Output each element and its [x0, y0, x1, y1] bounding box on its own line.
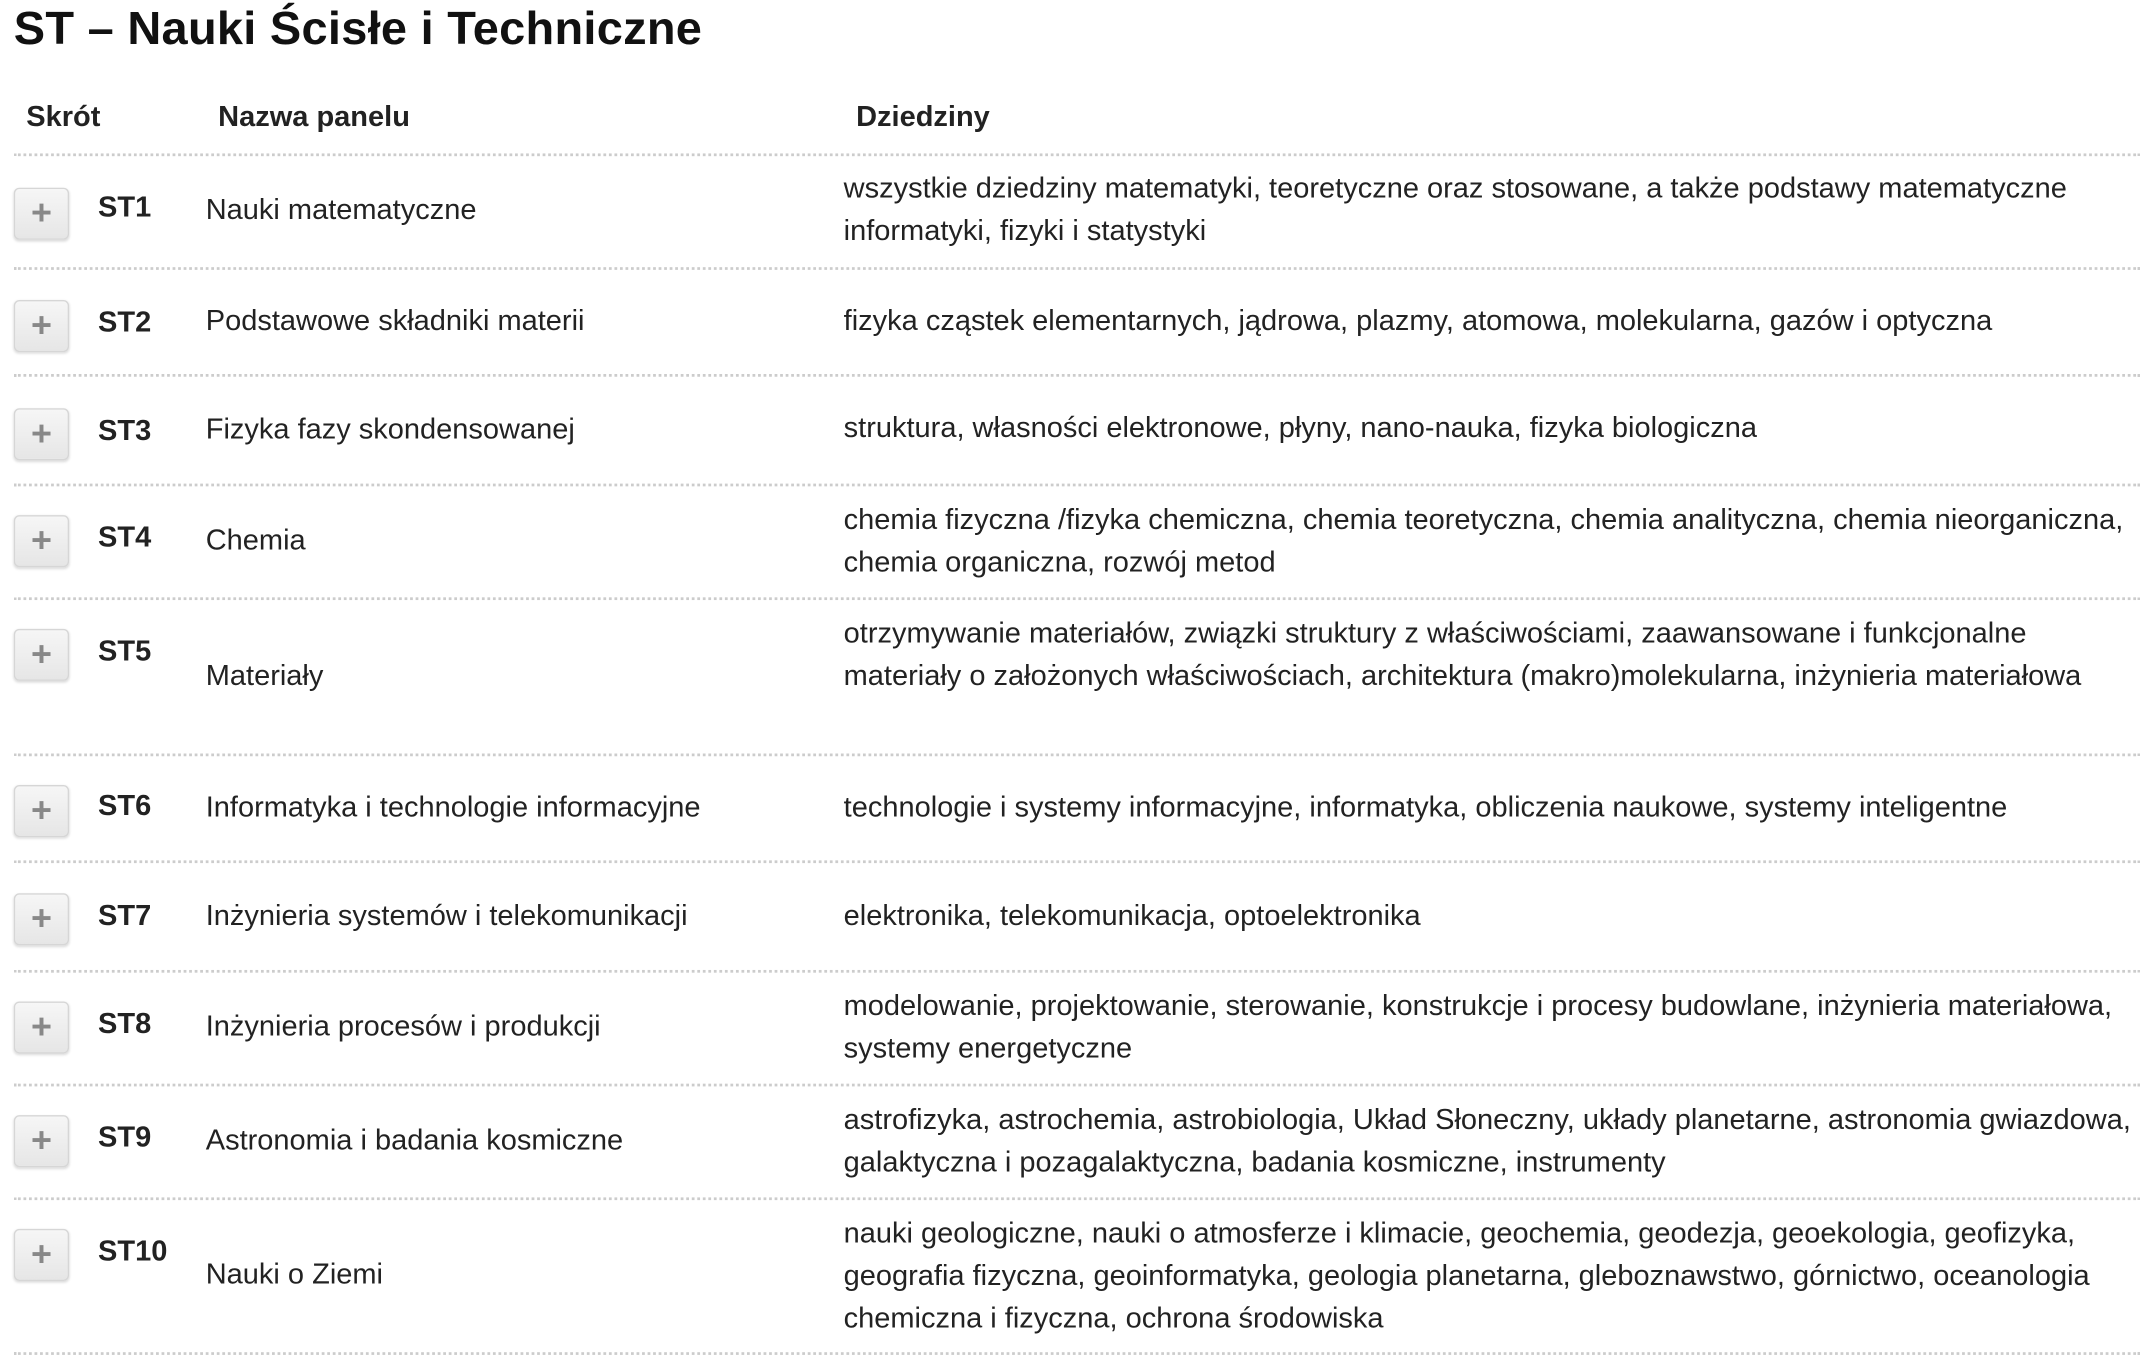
table-row: + ST3 Fizyka fazy skondensowanej struktu… — [13, 375, 2141, 487]
panel-code: ST6 — [98, 790, 152, 822]
panel-fields: modelowanie, projektowanie, sterowanie, … — [843, 990, 2113, 1065]
content: ST – Nauki Ścisłe i Techniczne Skrót Naz… — [0, 0, 2154, 1370]
column-header-name: Nazwa panelu — [218, 101, 410, 133]
expand-button[interactable]: + — [13, 1115, 70, 1168]
panel-name: Inżynieria systemów i telekomunikacji — [205, 900, 688, 932]
panel-code: ST3 — [98, 415, 152, 447]
table-row: + ST10 Nauki o Ziemi nauki geologiczne, … — [13, 1199, 2141, 1355]
panel-code: ST8 — [98, 1008, 152, 1040]
plus-icon: + — [30, 1005, 52, 1047]
panel-name: Nauki o Ziemi — [205, 1259, 383, 1291]
table-row: + ST5 Materiały otrzymywanie materiałów,… — [13, 599, 2141, 757]
expand-button[interactable]: + — [13, 1228, 70, 1281]
plus-icon: + — [30, 304, 52, 346]
plus-icon: + — [30, 897, 52, 939]
expand-button[interactable]: + — [13, 515, 70, 568]
plus-icon: + — [30, 519, 52, 561]
page: ST – Nauki Ścisłe i Techniczne Skrót Naz… — [0, 0, 2154, 1370]
panel-fields: astrofizyka, astrochemia, astrobiologia,… — [843, 1104, 2131, 1179]
expand-button[interactable]: + — [13, 1001, 70, 1054]
panel-fields: elektronika, telekomunikacja, optoelektr… — [843, 900, 1421, 932]
panel-fields: fizyka cząstek elementarnych, jądrowa, p… — [843, 305, 1993, 338]
column-header-fields: Dziedziny — [856, 101, 990, 133]
panel-name: Materiały — [205, 660, 324, 692]
panel-code: ST7 — [98, 900, 152, 932]
panel-fields: struktura, własności elektronowe, płyny,… — [843, 412, 1757, 444]
expand-button[interactable]: + — [13, 785, 70, 838]
panel-code: ST2 — [98, 306, 152, 339]
panel-fields: wszystkie dziedziny matematyki, teoretyc… — [843, 172, 2067, 247]
panel-code: ST9 — [98, 1122, 152, 1154]
panel-code: ST5 — [98, 635, 152, 668]
panel-fields: nauki geologiczne, nauki o atmosferze i … — [843, 1217, 2090, 1335]
panel-name: Informatyka i technologie informacyjne — [205, 791, 701, 824]
expand-button[interactable]: + — [13, 187, 70, 240]
panel-name: Inżynieria procesów i produkcji — [205, 1011, 601, 1043]
expand-button[interactable]: + — [13, 893, 70, 946]
expand-button[interactable]: + — [13, 628, 70, 681]
panel-fields: otrzymywanie materiałów, związki struktu… — [843, 617, 2082, 692]
panel-fields: technologie i systemy informacyjne, info… — [843, 791, 2008, 824]
panel-code: ST1 — [98, 191, 152, 224]
table-row: + ST1 Nauki matematyczne wszystkie dzied… — [13, 156, 2141, 270]
plus-icon: + — [30, 789, 52, 831]
panel-name: Nauki matematyczne — [205, 194, 477, 227]
plus-icon: + — [30, 1233, 52, 1275]
plus-icon: + — [30, 632, 52, 675]
expand-button[interactable]: + — [13, 408, 70, 461]
table-row: + ST8 Inżynieria procesów i produkcji mo… — [13, 971, 2141, 1087]
table-row: + ST2 Podstawowe składniki materii fizyk… — [13, 269, 2141, 377]
panel-name: Fizyka fazy skondensowanej — [205, 413, 575, 446]
plus-icon: + — [30, 412, 52, 454]
table-row: + ST4 Chemia chemia fizyczna /fizyka che… — [13, 485, 2141, 601]
panel-code: ST10 — [98, 1235, 168, 1268]
plus-icon: + — [30, 191, 52, 233]
table-row: + ST6 Informatyka i technologie informac… — [13, 755, 2141, 864]
panel-code: ST4 — [98, 521, 152, 554]
panel-name: Chemia — [205, 524, 306, 557]
table-row: + ST7 Inżynieria systemów i telekomunika… — [13, 862, 2141, 973]
panel-name: Astronomia i badania kosmiczne — [205, 1124, 624, 1157]
panel-fields: chemia fizyczna /fizyka chemiczna, chemi… — [843, 504, 2124, 579]
column-header-code: Skrót — [26, 101, 101, 133]
expand-button[interactable]: + — [13, 300, 70, 353]
panel-name: Podstawowe składniki materii — [205, 305, 585, 338]
page-title: ST – Nauki Ścisłe i Techniczne — [13, 2, 703, 55]
plus-icon: + — [30, 1119, 52, 1161]
table-row: + ST9 Astronomia i badania kosmiczne ast… — [13, 1085, 2141, 1201]
